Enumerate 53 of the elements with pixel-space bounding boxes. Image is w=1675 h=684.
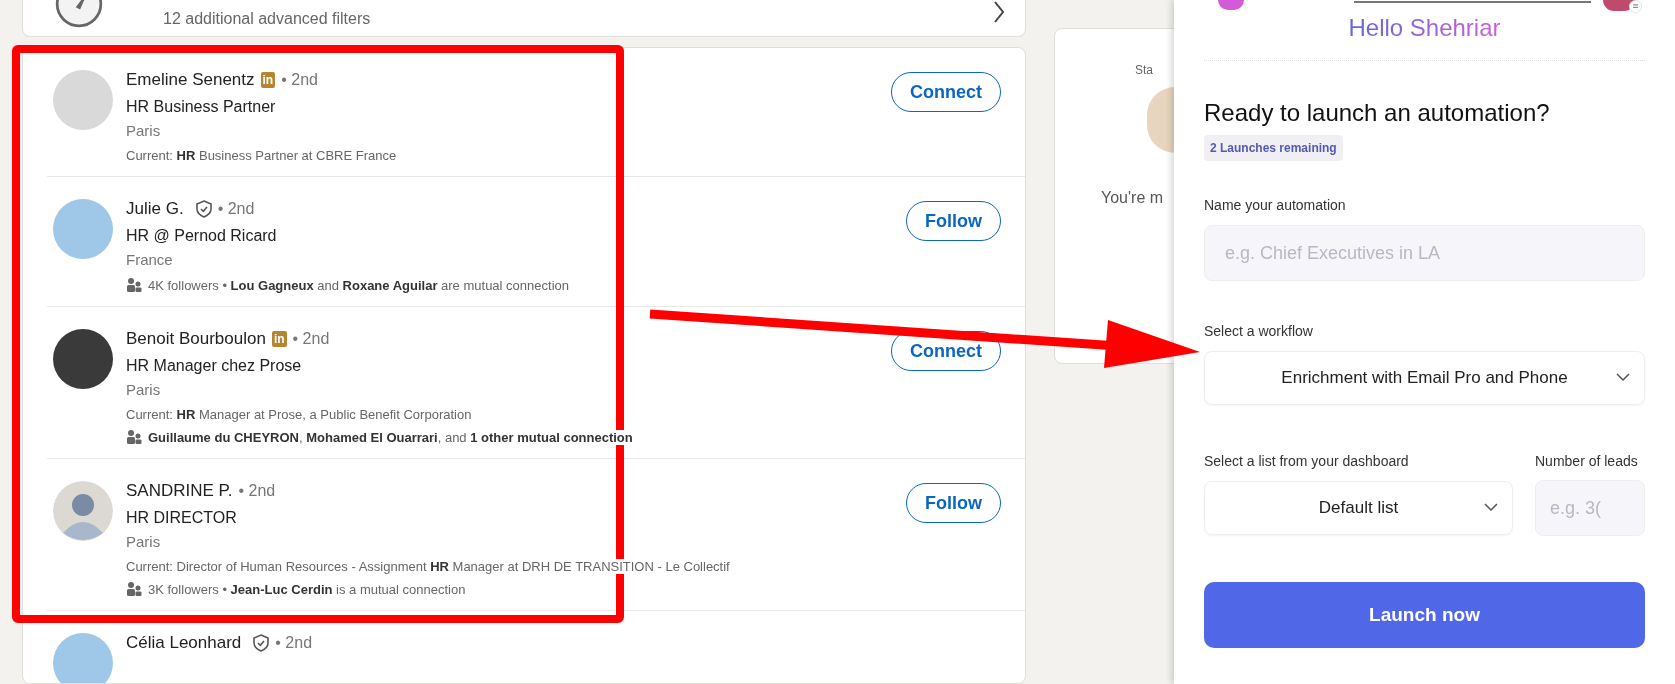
action-button[interactable]: Follow xyxy=(906,483,1001,523)
shield-check-icon xyxy=(253,634,270,652)
premium-badge: in xyxy=(260,72,276,88)
current-position-text: Current: HR Manager at Prose, a Public Benefit Corporation xyxy=(126,407,472,422)
headline-text: HR Business Partner xyxy=(126,98,277,116)
headline-text: HR DIRECTOR xyxy=(126,509,238,527)
field-label: Select a list from your dashboard xyxy=(1204,453,1410,469)
field-label: Name your automation xyxy=(1204,197,1347,213)
field-label: Select a workflow xyxy=(1204,323,1314,339)
person-name[interactable]: Benoit Bourboulon xyxy=(126,329,266,349)
photo-placeholder[interactable] xyxy=(53,329,113,389)
premium-badge: in xyxy=(271,331,287,347)
connection-degree: • 2nd xyxy=(217,200,255,218)
location-text: France xyxy=(126,251,174,268)
headline-text: HR Manager chez Prose xyxy=(126,357,303,375)
side-text: Sta xyxy=(1135,63,1153,77)
menu-icon[interactable] xyxy=(1629,0,1642,13)
mutual-connections-text: Guillaume du CHEYRON, Mohamed El Ouarrari, and 1 other mutual connection xyxy=(148,429,633,445)
avatar-silhouette-icon[interactable] xyxy=(53,481,113,541)
current-position-text: Current: HR Business Partner at CBRE France xyxy=(126,148,397,163)
person-name[interactable]: Julie G. xyxy=(126,199,184,219)
chevron-down-icon xyxy=(1616,373,1630,381)
action-button[interactable]: Connect xyxy=(891,72,1001,112)
launch-button[interactable]: Launch now xyxy=(1204,582,1645,648)
connection-degree: • 2nd xyxy=(281,71,318,89)
launches-badge: 2 Launches remaining xyxy=(1204,135,1343,161)
shield-check-icon xyxy=(195,200,212,218)
connection-degree: • 2nd xyxy=(275,634,313,652)
connection-degree: • 2nd xyxy=(238,482,276,500)
filters-text: 12 additional advanced filters xyxy=(163,9,371,28)
list-select[interactable]: Default list xyxy=(1204,481,1513,535)
person-name[interactable]: SANDRINE P. xyxy=(126,481,233,501)
location-text: Paris xyxy=(126,533,162,550)
person-name[interactable]: Emeline Senentz xyxy=(126,70,255,90)
person-name[interactable]: Célia Leonhard xyxy=(126,633,242,653)
leads-count-field[interactable]: e.g. 3( xyxy=(1535,480,1645,536)
filter-card[interactable]: 12 additional advanced filters xyxy=(22,0,1026,37)
current-position-text: Current: Director of Human Resources - Assignment HR Manager at DRH DE TRANSITION - Le Collectif xyxy=(126,559,730,574)
action-button[interactable]: Follow xyxy=(906,201,1001,241)
location-text: Paris xyxy=(126,381,162,398)
panel-heading: Ready to launch an automation? xyxy=(1204,99,1551,127)
side-text: You're m xyxy=(1101,189,1164,207)
field-label: Number of leads xyxy=(1535,453,1639,469)
people-icon xyxy=(126,277,142,293)
workflow-select[interactable]: Enrichment with Email Pro and Phone xyxy=(1204,351,1645,405)
location-text: Paris xyxy=(126,122,162,139)
chevron-right-icon[interactable] xyxy=(993,0,1005,24)
automation-name-field[interactable]: e.g. Chief Executives in LA xyxy=(1204,225,1645,281)
chevron-down-icon xyxy=(1484,503,1498,511)
people-icon xyxy=(126,581,142,597)
people-icon xyxy=(126,429,142,445)
headline-text: HR @ Pernod Ricard xyxy=(126,227,278,245)
connection-degree: • 2nd xyxy=(292,330,330,348)
